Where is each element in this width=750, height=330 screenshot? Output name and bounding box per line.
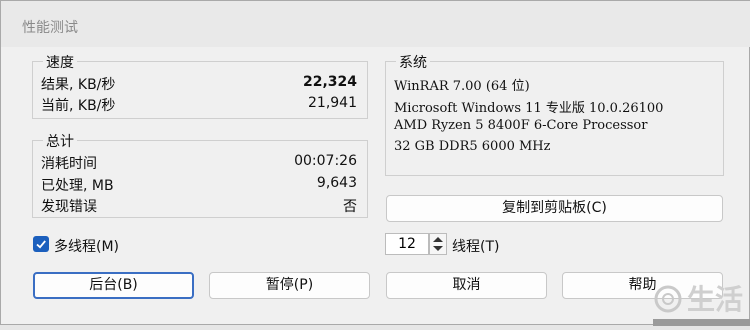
elapsed-label: 消耗时间	[41, 156, 97, 172]
processed-label: 已处理, MB	[41, 178, 114, 194]
threads-label: 线程(T)	[452, 239, 500, 255]
threads-input[interactable]: 12	[385, 233, 429, 255]
pause-button[interactable]: 暂停(P)	[209, 272, 370, 299]
system-line: 32 GB DDR5 6000 MHz	[394, 139, 551, 154]
watermark-icon: 生活	[653, 283, 750, 326]
elapsed-value: 00:07:26	[294, 153, 357, 169]
spin-down-icon[interactable]	[433, 246, 443, 251]
spin-up-icon[interactable]	[433, 237, 443, 242]
cancel-button[interactable]: 取消	[386, 272, 547, 299]
result-value: 22,324	[302, 74, 357, 90]
window-title: 性能测试	[22, 20, 78, 36]
copy-to-clipboard-button[interactable]: 复制到剪贴板(C)	[386, 195, 723, 222]
watermark-logo: 生活	[653, 277, 750, 326]
watermark-text: 生活	[687, 283, 743, 316]
background-button[interactable]: 后台(B)	[33, 272, 194, 299]
speed-group-title: 速度	[43, 52, 77, 72]
current-value: 21,941	[308, 95, 357, 111]
system-line: WinRAR 7.00 (64 位)	[394, 79, 530, 94]
result-label: 结果, KB/秒	[41, 77, 116, 93]
current-label: 当前, KB/秒	[41, 98, 116, 114]
checkmark-icon	[36, 240, 46, 249]
system-group-title: 系统	[396, 52, 430, 72]
threads-spinner[interactable]	[429, 233, 447, 255]
totals-group-title: 总计	[43, 131, 77, 151]
processed-value: 9,643	[316, 175, 357, 191]
title-bar[interactable]: 性能测试	[1, 1, 750, 47]
errors-value: 否	[343, 199, 357, 215]
benchmark-window: 性能测试 速度 结果, KB/秒 22,324 当前, KB/秒 21,941 …	[0, 0, 750, 326]
system-line: AMD Ryzen 5 8400F 6-Core Processor	[394, 118, 648, 133]
multithread-label[interactable]: 多线程(M)	[54, 236, 119, 256]
errors-label: 发现错误	[41, 199, 97, 215]
multithread-checkbox[interactable]	[33, 236, 49, 252]
system-line: Microsoft Windows 11 专业版 10.0.26100	[394, 101, 664, 116]
